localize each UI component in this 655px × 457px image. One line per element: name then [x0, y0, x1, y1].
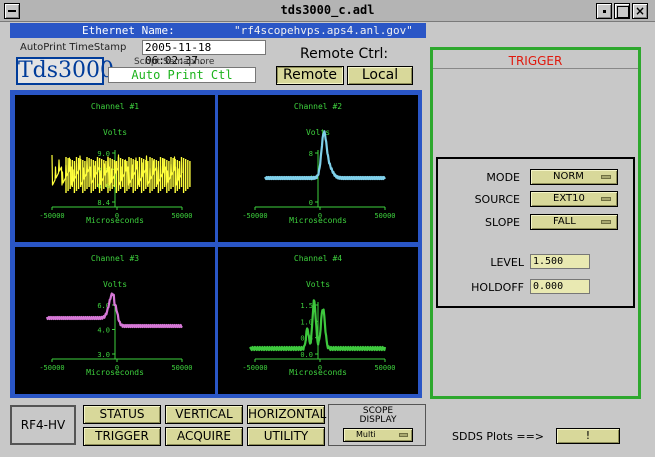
y-axis-label: Volts [306, 280, 330, 289]
y-tick-label: 4.0 [97, 327, 110, 335]
horizontal-button[interactable]: HORIZONTAL [247, 405, 326, 424]
sdds-plots-label: SDDS Plots ==> [452, 430, 545, 443]
scope-display-select[interactable]: Multi [343, 428, 413, 442]
level-label: LEVEL [490, 256, 524, 269]
y-axis-label: Volts [103, 280, 127, 289]
x-tick-label: -50000 [242, 212, 267, 220]
channel-title: Channel #1 [91, 102, 139, 111]
trigger-panel: TRIGGER MODE NORM SOURCE EXT10 SLOPE FAL… [430, 47, 641, 399]
x-tick-label: 50000 [171, 212, 192, 220]
y-axis-label: Volts [306, 128, 330, 137]
x-tick-label: 50000 [374, 212, 395, 220]
script-semaphore-label: Script Semaphore [134, 57, 215, 67]
y-tick-label: 3.0 [97, 351, 110, 359]
channel-title: Channel #4 [294, 254, 342, 263]
x-tick-label: -50000 [39, 212, 64, 220]
vertical-button[interactable]: VERTICAL [165, 405, 243, 424]
ethernet-label: Ethernet Name: [82, 24, 175, 37]
channel-title: Channel #3 [91, 254, 139, 263]
channel-1-plot: Channel #1 Volts Microseconds -50000 0 50000 9… [15, 95, 215, 242]
slope-label: SLOPE [485, 216, 520, 229]
source-select[interactable]: EXT10 [530, 191, 618, 207]
holdoff-label: HOLDOFF [471, 281, 524, 294]
mode-value: NORM [553, 171, 584, 182]
x-tick-label: 0 [318, 364, 322, 372]
channel-3-plot: Channel #3 Volts Microseconds -50000 0 50000 6… [15, 247, 215, 394]
autoprint-timestamp-value: 2005-11-18 06:02:37. [142, 40, 266, 67]
channel-4-svg: Channel #4VoltsMicroseconds-50000 0 500001… [242, 254, 395, 377]
y-tick-label: 8.4 [97, 199, 110, 207]
window-title: tds3000_c.adl [280, 3, 375, 17]
dropdown-icon [399, 433, 408, 437]
channel-3-svg: Channel #3VoltsMicroseconds-50000 0 500006… [39, 254, 192, 377]
x-tick-label: 0 [115, 364, 119, 372]
minimize-button[interactable] [596, 3, 612, 19]
slope-select[interactable]: FALL [530, 214, 618, 230]
trigger-title: TRIGGER [508, 54, 563, 68]
x-tick-label: -50000 [242, 364, 267, 372]
remote-button[interactable]: Remote [276, 66, 344, 85]
channel-1-svg: Channel #1VoltsMicroseconds-50000 0 500009… [39, 102, 192, 225]
level-input[interactable]: 1.500 [530, 254, 590, 269]
dropdown-icon [601, 175, 611, 179]
utility-button[interactable]: UTILITY [247, 427, 325, 446]
y-tick-label: 1.5 [300, 302, 313, 310]
x-tick-label: 0 [318, 212, 322, 220]
y-tick-label: 0.0 [300, 351, 313, 359]
maximize-button[interactable] [614, 3, 630, 19]
autoprint-timestamp-label: AutoPrint TimeStamp [20, 42, 127, 53]
channel-2-trace [264, 130, 386, 181]
slope-value: FALL [553, 216, 576, 227]
y-tick-label: 0 [309, 199, 313, 207]
holdoff-input[interactable]: 0.000 [530, 279, 590, 294]
scope-channel-panel: Channel #1 Volts Microseconds -50000 0 50000 9… [10, 90, 422, 398]
channel-title: Channel #2 [294, 102, 342, 111]
x-tick-label: 0 [115, 212, 119, 220]
source-label: SOURCE [474, 193, 520, 206]
x-tick-label: -50000 [39, 364, 64, 372]
acquire-button[interactable]: ACQUIRE [165, 427, 243, 446]
channel-4-plot: Channel #4 Volts Microseconds -50000 0 50000 1… [218, 247, 418, 394]
y-tick-label: 8 [309, 150, 313, 158]
close-button[interactable]: × [632, 3, 648, 19]
trigger-divider [433, 68, 638, 69]
trigger-settings-box: MODE NORM SOURCE EXT10 SLOPE FALL LEVEL … [436, 157, 635, 308]
remote-ctrl-label: Remote Ctrl: [300, 46, 389, 62]
title-bar: tds3000_c.adl × [0, 0, 655, 22]
source-value: EXT10 [553, 193, 585, 204]
sdds-plots-button[interactable]: ! [556, 428, 620, 444]
dropdown-icon [601, 220, 611, 224]
channel-2-plot: Channel #2 Volts Microseconds -50000 0 50000 8… [218, 95, 418, 242]
x-tick-label: 50000 [171, 364, 192, 372]
y-axis-label: Volts [103, 128, 127, 137]
scope-display-value: Multi [356, 430, 376, 439]
status-button[interactable]: STATUS [83, 405, 161, 424]
local-button[interactable]: Local [347, 66, 413, 85]
channel-2-svg: Channel #2VoltsMicroseconds-50000 0 500008… [242, 102, 395, 225]
dropdown-icon [601, 197, 611, 201]
tds3000-logo: Tds3000 [16, 57, 115, 85]
trigger-button[interactable]: TRIGGER [83, 427, 161, 446]
x-tick-label: 50000 [374, 364, 395, 372]
mode-select[interactable]: NORM [530, 169, 618, 185]
mode-label: MODE [486, 171, 520, 184]
rf4-hv-label: RF4-HV [10, 405, 76, 445]
close-icon: × [634, 4, 646, 18]
scope-display-label-2: DISPLAY [359, 415, 397, 425]
script-semaphore-value: Auto Print Ctl [108, 67, 256, 83]
ethernet-value: "rf4scopehvps.aps4.anl.gov" [234, 24, 413, 37]
scope-display-group: SCOPE DISPLAY Multi [328, 404, 426, 446]
ethernet-bar: Ethernet Name: "rf4scopehvps.aps4.anl.go… [10, 23, 426, 38]
